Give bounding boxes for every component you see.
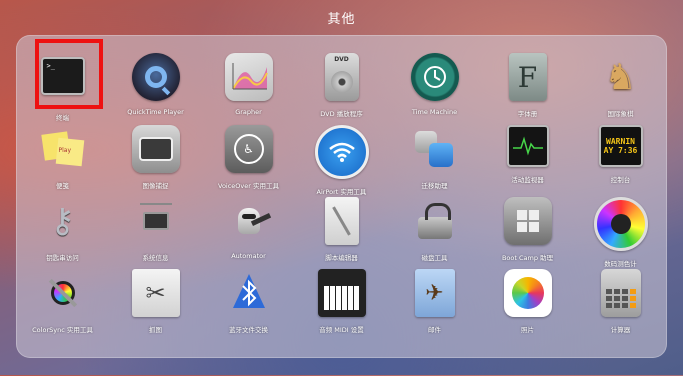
app-label: ColorSync 实用工具 (32, 326, 93, 334)
app-photos[interactable]: 照片 (481, 269, 574, 341)
app-label: 数码测色计 (604, 260, 637, 268)
font-book-icon: F (508, 53, 547, 101)
app-system-information[interactable]: 系统信息 (109, 197, 202, 269)
folder-title: 其他 (327, 12, 356, 27)
disk-utility-icon (411, 197, 459, 245)
app-mail[interactable]: ✈ 邮件 (388, 269, 481, 341)
image-capture-icon (131, 125, 180, 173)
app-label: 活动监视器 (511, 176, 544, 184)
app-label: QuickTime Player (127, 108, 184, 116)
airport-icon (314, 125, 369, 179)
voiceover-icon: ♿ (224, 125, 273, 173)
launchpad-folder: >_ 终端 QuickTime Player Grapher DVD DVD 播… (16, 35, 667, 358)
migration-assistant-icon (411, 125, 459, 173)
colorsync-icon (39, 269, 87, 317)
app-color-meter[interactable]: 数码测色计 (574, 197, 667, 269)
app-label: DVD 播放程序 (320, 110, 363, 118)
app-label: 计算器 (610, 326, 631, 334)
app-label: 抓图 (149, 326, 162, 334)
app-image-capture[interactable]: 图像捕捉 (109, 125, 202, 197)
app-label: 脚本编辑器 (325, 254, 358, 262)
grab-icon: ✂ (131, 269, 180, 317)
app-chess[interactable]: ♞ 国际象棋 (574, 53, 667, 125)
app-grab[interactable]: ✂ 抓图 (109, 269, 202, 341)
keychain-icon: ⚷ (50, 201, 75, 241)
quicktime-icon (131, 53, 180, 101)
console-icon: WARNIN AY 7:36 (598, 125, 643, 167)
app-boot-camp[interactable]: Boot Camp 助理 (481, 197, 574, 269)
stickies-note-text: Play (58, 147, 72, 154)
app-label: 终端 (56, 114, 69, 122)
app-migration-assistant[interactable]: 迁移助理 (388, 125, 481, 197)
app-label: 系统信息 (142, 254, 169, 262)
app-label: AirPort 实用工具 (316, 188, 367, 196)
app-label: 磁盘工具 (421, 254, 448, 262)
app-calculator[interactable]: 计算器 (574, 269, 667, 341)
console-warning-text: WARNIN (606, 137, 635, 146)
app-disk-utility[interactable]: 磁盘工具 (388, 197, 481, 269)
app-activity-monitor[interactable]: 活动监视器 (481, 125, 574, 197)
color-meter-icon (593, 197, 648, 251)
app-bluetooth[interactable]: 蓝牙文件交换 (202, 269, 295, 341)
app-automator[interactable]: Automator (202, 197, 295, 269)
app-dvd-player[interactable]: DVD DVD 播放程序 (295, 53, 388, 125)
app-grapher[interactable]: Grapher (202, 53, 295, 125)
app-colorsync[interactable]: ColorSync 实用工具 (16, 269, 109, 341)
app-label: 音频 MIDI 设置 (319, 326, 364, 334)
app-label: VoiceOver 实用工具 (218, 182, 279, 190)
console-time-text: AY 7:36 (603, 146, 638, 155)
app-label: 控制台 (610, 176, 631, 184)
app-label: Automator (231, 252, 266, 260)
photos-icon (503, 269, 552, 317)
activity-monitor-icon (506, 125, 549, 167)
time-machine-icon (410, 53, 459, 101)
app-voiceover[interactable]: ♿ VoiceOver 实用工具 (202, 125, 295, 197)
app-airport[interactable]: AirPort 实用工具 (295, 125, 388, 197)
app-label: 图像捕捉 (142, 182, 169, 190)
stickies-icon: Play (39, 125, 87, 173)
app-label: 邮件 (428, 326, 441, 334)
calculator-icon (600, 269, 641, 317)
app-label: 迁移助理 (421, 182, 448, 190)
terminal-icon: >_ (40, 57, 85, 95)
app-keychain[interactable]: ⚷ 钥匙串访问 (16, 197, 109, 269)
app-grid: >_ 终端 QuickTime Player Grapher DVD DVD 播… (16, 35, 667, 376)
app-time-machine[interactable]: Time Machine (388, 53, 481, 125)
grapher-icon (224, 53, 273, 101)
app-label: 便笺 (56, 182, 69, 190)
app-label: 钥匙串访问 (46, 254, 79, 262)
chess-icon: ♞ (604, 56, 637, 98)
boot-camp-icon (503, 197, 552, 245)
app-label: 蓝牙文件交换 (229, 326, 268, 334)
dvd-player-icon: DVD (324, 53, 359, 101)
app-script-editor[interactable]: 脚本编辑器 (295, 197, 388, 269)
app-quicktime[interactable]: QuickTime Player (109, 53, 202, 125)
automator-icon (225, 197, 273, 245)
mail-icon: ✈ (414, 269, 455, 317)
app-label: Boot Camp 助理 (501, 254, 554, 262)
app-font-book[interactable]: F 字体册 (481, 53, 574, 125)
app-label: 字体册 (517, 110, 538, 118)
app-audio-midi[interactable]: 音频 MIDI 设置 (295, 269, 388, 341)
app-console[interactable]: WARNIN AY 7:36 控制台 (574, 125, 667, 197)
system-information-icon (132, 197, 180, 245)
audio-midi-icon (317, 269, 366, 317)
app-label: Grapher (235, 108, 262, 116)
app-label: 照片 (521, 326, 534, 334)
app-label: 国际象棋 (607, 110, 634, 118)
bluetooth-icon (225, 269, 273, 317)
script-editor-icon (324, 197, 359, 245)
app-label: Time Machine (411, 108, 458, 116)
app-terminal[interactable]: >_ 终端 (16, 39, 109, 125)
app-stickies[interactable]: Play 便笺 (16, 125, 109, 197)
